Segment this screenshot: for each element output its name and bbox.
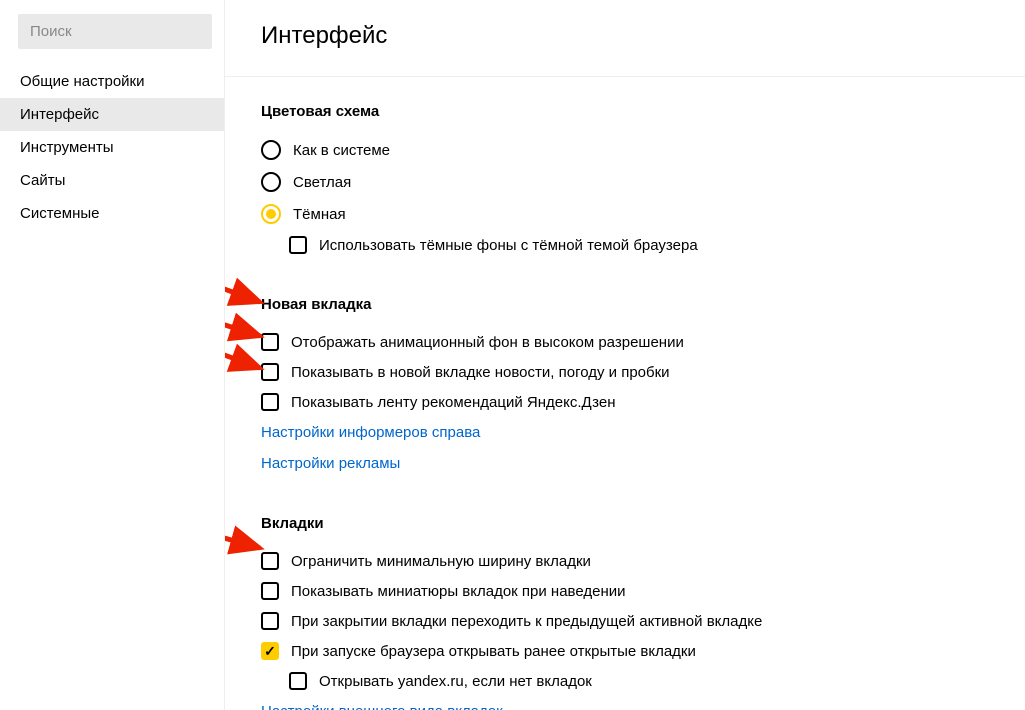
search-input[interactable]: Поиск	[18, 14, 212, 49]
checkbox-restore-tabs[interactable]	[261, 642, 279, 660]
checkbox-row-anim-bg[interactable]: Отображать анимационный фон в высоком ра…	[261, 327, 989, 357]
sidebar-item-tools[interactable]: Инструменты	[0, 131, 224, 164]
checkbox-row-open-yandex[interactable]: Открывать yandex.ru, если нет вкладок	[261, 666, 989, 696]
sidebar: Поиск Общие настройки Интерфейс Инструме…	[0, 0, 225, 710]
checkbox-thumbnails[interactable]	[261, 582, 279, 600]
radio-label: Тёмная	[293, 206, 346, 223]
radio-dark[interactable]	[261, 204, 281, 224]
checkbox-label: Показывать миниатюры вкладок при наведен…	[291, 583, 626, 600]
checkbox-row-prev-active[interactable]: При закрытии вкладки переходить к предыд…	[261, 606, 989, 636]
checkbox-open-yandex[interactable]	[289, 672, 307, 690]
section-color-scheme: Цветовая схема Как в системе Светлая Тём…	[261, 103, 989, 260]
checkbox-row-restore-tabs[interactable]: При запуске браузера открывать ранее отк…	[261, 636, 989, 666]
page-title: Интерфейс	[261, 22, 989, 50]
checkbox-row-news[interactable]: Показывать в новой вкладке новости, пого…	[261, 357, 989, 387]
checkbox-label: Использовать тёмные фоны с тёмной темой …	[319, 237, 698, 254]
checkbox-label: Показывать в новой вкладке новости, пого…	[291, 364, 670, 381]
checkbox-zen[interactable]	[261, 393, 279, 411]
link-ads[interactable]: Настройки рекламы	[261, 450, 400, 477]
radio-label: Светлая	[293, 174, 351, 191]
checkbox-row-min-width[interactable]: Ограничить минимальную ширину вкладки	[261, 546, 989, 576]
radio-light[interactable]	[261, 172, 281, 192]
radio-row-dark[interactable]: Тёмная	[261, 198, 989, 230]
checkbox-row-dark-bg[interactable]: Использовать тёмные фоны с тёмной темой …	[261, 230, 989, 260]
section-title-new-tab: Новая вкладка	[261, 296, 989, 313]
checkbox-row-thumbnails[interactable]: Показывать миниатюры вкладок при наведен…	[261, 576, 989, 606]
link-tab-appearance[interactable]: Настройки внешнего вида вкладок	[261, 698, 503, 710]
section-title-tabs: Вкладки	[261, 515, 989, 532]
radio-row-light[interactable]: Светлая	[261, 166, 989, 198]
radio-system[interactable]	[261, 140, 281, 160]
section-title-color: Цветовая схема	[261, 103, 989, 120]
section-new-tab: Новая вкладка Отображать анимационный фо…	[261, 296, 989, 479]
checkbox-label: При запуске браузера открывать ранее отк…	[291, 643, 696, 660]
checkbox-row-zen[interactable]: Показывать ленту рекомендаций Яндекс.Дзе…	[261, 387, 989, 417]
sidebar-item-interface[interactable]: Интерфейс	[0, 98, 224, 131]
main-content: Интерфейс Цветовая схема Как в системе С…	[225, 0, 1025, 710]
radio-label: Как в системе	[293, 142, 390, 159]
checkbox-label: При закрытии вкладки переходить к предыд…	[291, 613, 762, 630]
sidebar-item-general[interactable]: Общие настройки	[0, 65, 224, 98]
radio-row-system[interactable]: Как в системе	[261, 134, 989, 166]
arrow-annotation-icon	[225, 340, 270, 380]
sidebar-item-sites[interactable]: Сайты	[0, 164, 224, 197]
checkbox-label: Ограничить минимальную ширину вкладки	[291, 553, 591, 570]
sidebar-item-system[interactable]: Системные	[0, 197, 224, 230]
link-informers[interactable]: Настройки информеров справа	[261, 419, 480, 446]
checkbox-dark-bg[interactable]	[289, 236, 307, 254]
checkbox-label: Открывать yandex.ru, если нет вкладок	[319, 673, 592, 690]
checkbox-label: Отображать анимационный фон в высоком ра…	[291, 334, 684, 351]
divider	[225, 76, 1025, 77]
checkbox-prev-active[interactable]	[261, 612, 279, 630]
checkbox-label: Показывать ленту рекомендаций Яндекс.Дзе…	[291, 394, 616, 411]
arrow-annotation-icon	[225, 520, 270, 560]
section-tabs: Вкладки Ограничить минимальную ширину вк…	[261, 515, 989, 710]
